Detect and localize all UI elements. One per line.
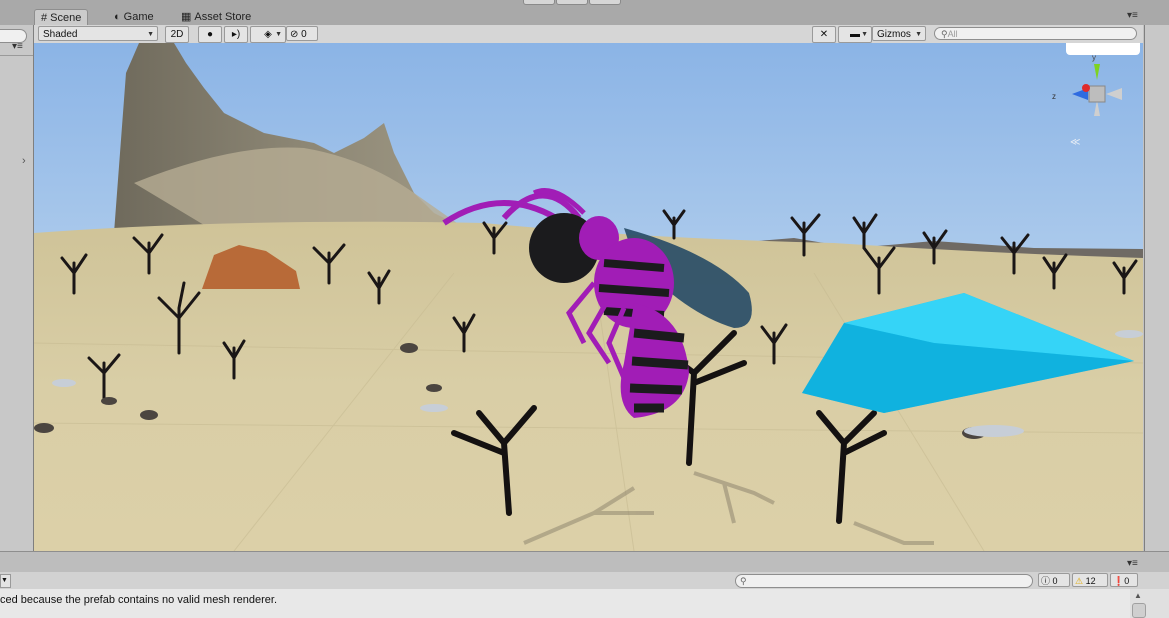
top-button-middle[interactable] xyxy=(556,0,588,5)
panel-menu-icon[interactable]: ▾≡ xyxy=(1127,10,1138,21)
chevron-down-icon: ▼ xyxy=(1,577,8,584)
scene-lighting-toggle[interactable]: ● xyxy=(198,26,222,43)
chevron-down-icon: ▼ xyxy=(275,31,282,38)
gizmos-dropdown[interactable]: Gizmos ▼ xyxy=(872,26,926,41)
console-message-toggle[interactable]: ❗0 xyxy=(1110,573,1138,587)
scene-audio-toggle[interactable]: ▸) xyxy=(224,26,248,43)
tab-game-label: Game xyxy=(123,11,154,23)
window-tab-strip: # Scene ◐ Game ▦ Asset Store ▾≡ xyxy=(0,0,1169,26)
scene-toolbar: Shaded ▼ 2D ● ▸) ◈ ▼ ⊘ 0 ✕ ▬ ▼ Gizmos ▼ ⚲All xyxy=(34,25,1143,44)
console-menu-icon[interactable]: ▾≡ xyxy=(1127,558,1138,569)
message-count: 0 xyxy=(1124,576,1130,586)
scroll-thumb[interactable] xyxy=(1132,603,1146,618)
store-icon: ▦ xyxy=(181,11,192,23)
orientation-gizmo-icon[interactable] xyxy=(1064,58,1128,122)
console-message-text: ced because the prefab contains no valid… xyxy=(0,594,278,606)
chevron-down-icon: ▼ xyxy=(861,31,868,38)
scene-viewport[interactable]: y z ≪ xyxy=(34,43,1143,551)
warning-count: 12 xyxy=(1085,576,1096,586)
effects-icon: ◈ xyxy=(264,29,272,40)
chevron-right-icon[interactable]: › xyxy=(22,155,26,167)
chevron-down-icon: ▼ xyxy=(915,31,922,38)
top-button-left[interactable] xyxy=(523,0,555,5)
console-warning-toggle[interactable]: ⚠ 12 xyxy=(1072,573,1108,587)
camera-icon: ▬ xyxy=(850,29,860,40)
tab-scene[interactable]: # Scene xyxy=(34,9,89,26)
tab-asset-store[interactable]: ▦ Asset Store xyxy=(175,9,257,25)
gizmo-header xyxy=(1066,43,1140,55)
warning-icon: ⚠ xyxy=(1075,576,1084,586)
console-tab-strip: ▾≡ xyxy=(0,551,1169,573)
inspector-panel-collapsed xyxy=(1144,25,1169,551)
message-icon: ❗ xyxy=(1113,576,1125,586)
shading-mode-dropdown[interactable]: Shaded ▼ xyxy=(38,26,158,41)
scroll-up-icon[interactable]: ▲ xyxy=(1134,591,1142,600)
grid-icon: # xyxy=(41,12,48,24)
hidden-count: 0 xyxy=(301,29,307,40)
tab-game[interactable]: ◐ Game xyxy=(108,9,160,25)
console-scrollbar[interactable]: ▲ xyxy=(1130,589,1169,618)
pacman-icon: ◐ xyxy=(114,11,121,23)
hidden-objects-toggle[interactable]: ⊘ 0 xyxy=(286,26,318,41)
scene-effects-dropdown[interactable]: ◈ ▼ xyxy=(250,26,286,43)
tools-icon[interactable]: ✕ xyxy=(812,26,836,43)
chevron-down-icon: ▼ xyxy=(147,31,154,38)
error-icon: ⓘ xyxy=(1041,576,1051,586)
persp-label-icon[interactable]: ≪ xyxy=(1070,137,1080,148)
console-toolbar: ▼ ⚲ ⓘ 0 ⚠ 12 ❗0 xyxy=(0,572,1169,590)
search-icon: ⚲ xyxy=(740,576,747,586)
mode-2d-label: 2D xyxy=(170,29,184,40)
shading-mode-label: Shaded xyxy=(43,29,78,40)
tab-asset-store-label: Asset Store xyxy=(194,11,252,23)
tab-scene-label: Scene xyxy=(50,12,82,24)
mode-2d-button[interactable]: 2D xyxy=(165,26,189,43)
hierarchy-panel-collapsed: ▾≡ › xyxy=(0,25,34,551)
scene-search-placeholder: All xyxy=(947,29,958,39)
eye-slash-icon: ⊘ xyxy=(290,29,299,40)
top-button-right[interactable] xyxy=(589,0,621,5)
gizmo-z-label: z xyxy=(1052,92,1056,101)
scene-search-input[interactable]: ⚲All xyxy=(934,27,1137,40)
console-log-entry[interactable]: ced because the prefab contains no valid… xyxy=(0,589,1130,618)
search-icon: ⚲ xyxy=(941,29,948,39)
lightbulb-icon: ● xyxy=(206,29,214,40)
console-error-toggle[interactable]: ⓘ 0 xyxy=(1038,573,1070,587)
console-search-input[interactable]: ⚲ xyxy=(735,574,1033,588)
gizmo-y-label: y xyxy=(1092,53,1096,62)
hierarchy-search-field[interactable] xyxy=(0,29,27,43)
gizmos-label: Gizmos xyxy=(877,29,911,40)
speaker-icon: ▸) xyxy=(231,29,241,40)
camera-settings-dropdown[interactable]: ▬ ▼ xyxy=(838,26,872,43)
console-clear-dropdown[interactable]: ▼ xyxy=(0,574,11,588)
hierarchy-divider xyxy=(0,55,33,56)
error-count: 0 xyxy=(1052,576,1058,586)
scene-render xyxy=(34,43,1143,551)
